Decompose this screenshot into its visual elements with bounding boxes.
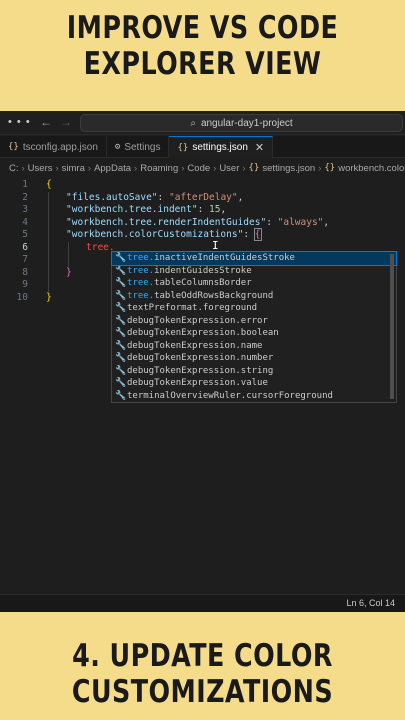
suggestion-item[interactable]: 🔧 tree.inactiveIndentGuidesStroke [111,251,397,266]
suggestion-widget: 🔧 tree.inactiveIndentGuidesStroke 🔧 tree.i… [111,251,397,403]
line-number: 6 [22,241,28,253]
banner-title-line-1: IMPROVE VS CODE [66,10,339,46]
indent-guide [48,191,49,292]
breadcrumb-item[interactable]: AppData [94,163,131,174]
suggestion-item[interactable]: 🔧 tree.indentGuidesStroke [112,265,396,278]
suggestion-item[interactable]: 🔧 debugTokenExpression.value [112,377,396,390]
suggestion-item[interactable]: 🔧 tree.tableColumnsBorder [112,277,396,290]
tab-label: tsconfig.app.json [22,141,98,153]
json-key: "files.autoSave" [66,191,158,203]
json-object-icon: {} [324,163,336,173]
back-arrow-icon[interactable]: ← [40,115,52,129]
close-icon[interactable]: ✕ [255,141,264,154]
breadcrumb-item[interactable]: Roaming [140,163,178,174]
chevron-right-icon: › [181,162,185,174]
wrench-icon: 🔧 [115,378,127,389]
wrench-icon: 🔧 [115,290,127,301]
chevron-right-icon: › [87,162,92,174]
suggestion-scrollbar[interactable] [390,254,394,399]
line-number: 10 [16,291,28,303]
chevron-right-icon: › [55,162,59,174]
code-line-5: "workbench.colorCustomizations": { [66,228,262,241]
breadcrumb-item[interactable]: C: [9,163,19,174]
command-center-search[interactable]: ⌕ angular-day1-project [80,114,403,132]
wrench-icon: 🔧 [115,265,127,276]
wrench-icon: 🔧 [115,315,127,326]
status-bar: Ln 6, Col 14 [0,594,405,612]
json-value: 15 [209,204,221,215]
banner-caption-line-1: 4. UPDATE COLOR [72,638,333,674]
json-file-icon: {} [248,163,260,173]
editor-tabs: {} tsconfig.app.json ⚙ Settings {} setti… [0,136,405,158]
chevron-right-icon: › [21,162,25,174]
chevron-right-icon: › [213,162,217,174]
vscode-window: • • • ← → ⌕ angular-day1-project {} tsco… [0,111,405,612]
top-banner: IMPROVE VS CODE EXPLORER VIEW [0,10,405,82]
line-number: 9 [22,279,28,290]
chevron-right-icon: › [242,162,246,174]
forward-arrow-icon[interactable]: → [60,115,72,129]
bottom-banner: 4. UPDATE COLOR CUSTOMIZATIONS [0,638,405,710]
title-bar: • • • ← → ⌕ angular-day1-project [0,111,405,135]
code-line-8: } [66,266,72,278]
workspace-name: angular-day1-project [200,117,293,129]
code-line-4: "workbench.tree.renderIndentGuides": "al… [66,216,330,228]
line-number: 5 [22,229,28,240]
code-line-1: { [46,179,52,190]
wrench-icon: 🔧 [115,390,127,401]
breadcrumb-item[interactable]: simra [62,163,85,174]
line-number: 1 [22,179,28,190]
breadcrumb-item[interactable]: workbench.colorCustomizations [338,163,405,174]
breadcrumb: C: › Users › simra › AppData › Roaming ›… [0,159,405,177]
code-editor[interactable]: 1 2 3 4 5 6 7 8 9 10 { "files.autoSave":… [0,179,405,594]
breadcrumb-item[interactable]: User [219,163,239,174]
tab-tsconfig[interactable]: {} tsconfig.app.json [0,136,107,158]
json-file-icon: {} [177,142,189,153]
json-value: "always" [277,216,324,228]
tab-label: Settings [124,141,161,153]
line-number: 3 [22,204,28,215]
banner-caption-line-2: CUSTOMIZATIONS [71,674,334,710]
indent-guide [68,241,69,267]
breadcrumb-item[interactable]: Code [187,163,210,174]
chevron-right-icon: › [134,162,138,174]
more-icon[interactable]: • • • [8,116,31,128]
suggestion-item[interactable]: 🔧 debugTokenExpression.string [112,365,396,378]
suggestion-item[interactable]: 🔧 debugTokenExpression.number [112,352,396,365]
banner-title-line-2: EXPLORER VIEW [83,46,322,82]
json-value: "afterDelay" [168,191,238,203]
json-key: "workbench.tree.indent" [66,204,198,215]
suggestion-item[interactable]: 🔧 debugTokenExpression.boolean [112,327,396,340]
line-number: 7 [22,254,28,265]
line-number: 4 [22,216,28,228]
suggestion-item[interactable]: 🔧 terminalOverviewRuler.cursorForeground [112,390,396,403]
tab-settings[interactable]: ⚙ Settings [107,136,170,158]
cursor-position[interactable]: Ln 6, Col 14 [346,598,395,608]
tab-label: settings.json [192,142,248,153]
search-icon: ⌕ [190,117,196,129]
wrench-icon: 🔧 [115,365,127,376]
code-line-2: "files.autoSave": "afterDelay", [66,191,244,203]
breadcrumb-item[interactable]: Users [28,163,53,174]
suggestion-item[interactable]: 🔧 debugTokenExpression.name [112,340,396,353]
breadcrumb-item[interactable]: settings.json [262,163,315,174]
wrench-icon: 🔧 [115,253,127,264]
wrench-icon: 🔧 [115,328,127,339]
line-number: 2 [22,191,28,203]
gear-icon: ⚙ [114,142,121,152]
code-line-3: "workbench.tree.indent": 15, [66,204,227,215]
suggestion-item[interactable]: 🔧 tree.tableOddRowsBackground [112,290,396,303]
suggestion-item[interactable]: 🔧 debugTokenExpression.error [112,315,396,328]
code-line-10: } [46,291,52,303]
wrench-icon: 🔧 [115,340,127,351]
wrench-icon: 🔧 [115,278,127,289]
line-number: 8 [22,266,28,278]
wrench-icon: 🔧 [115,303,127,314]
json-file-icon: {} [8,142,19,152]
chevron-right-icon: › [318,162,322,174]
wrench-icon: 🔧 [115,353,127,364]
tab-settings-json[interactable]: {} settings.json ✕ [169,136,274,158]
suggestion-item[interactable]: 🔧 textPreformat.foreground [112,302,396,315]
json-key: "workbench.tree.renderIndentGuides" [66,216,267,228]
